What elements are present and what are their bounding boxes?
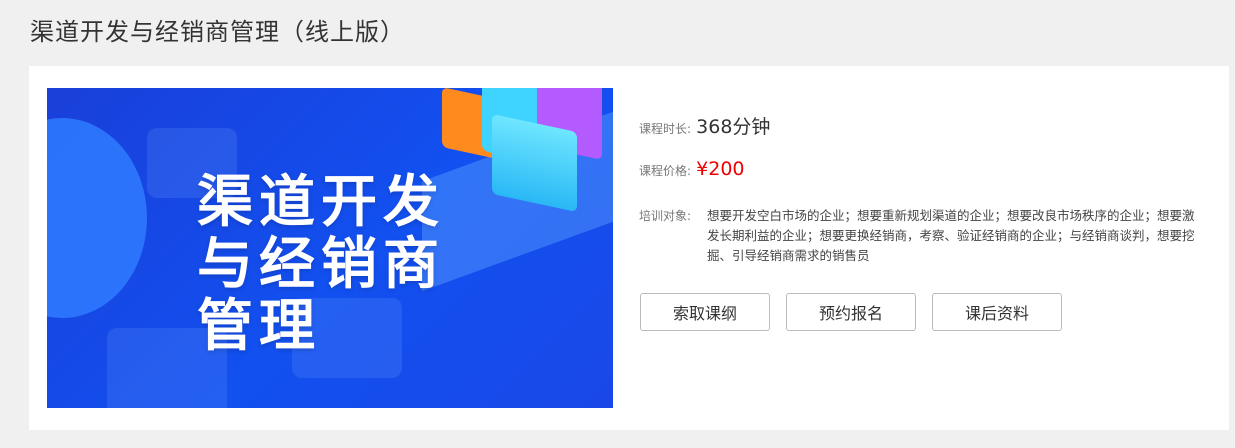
price-value: ¥200 xyxy=(696,158,745,180)
price-label: 课程价格: xyxy=(639,164,692,178)
duration-label: 课程时长: xyxy=(639,122,692,136)
page-title: 渠道开发与经销商管理（线上版） xyxy=(30,18,405,46)
course-banner-image[interactable]: 渠道开发与经销商管理 xyxy=(47,88,613,408)
course-card: 渠道开发与经销商管理 课程时长: 368分钟 课程价格: ¥200 培训对象: … xyxy=(29,66,1229,430)
course-duration: 课程时长: 368分钟 xyxy=(639,112,770,139)
materials-button[interactable]: 课后资料 xyxy=(932,293,1062,331)
course-price: 课程价格: ¥200 xyxy=(639,158,745,180)
target-value: 想要开发空白市场的企业；想要重新规划渠道的企业；想要改良市场秩序的企业；想要激发… xyxy=(707,208,1195,263)
request-outline-button[interactable]: 索取课纲 xyxy=(640,293,770,331)
duration-value: 368分钟 xyxy=(696,116,771,138)
banner-decoration xyxy=(47,118,147,318)
register-button[interactable]: 预约报名 xyxy=(786,293,916,331)
course-target-audience: 培训对象: 想要开发空白市场的企业；想要重新规划渠道的企业；想要改良市场秩序的企… xyxy=(639,206,1199,266)
target-label: 培训对象: xyxy=(639,209,692,223)
banner-title: 渠道开发与经销商管理 xyxy=(197,170,445,359)
